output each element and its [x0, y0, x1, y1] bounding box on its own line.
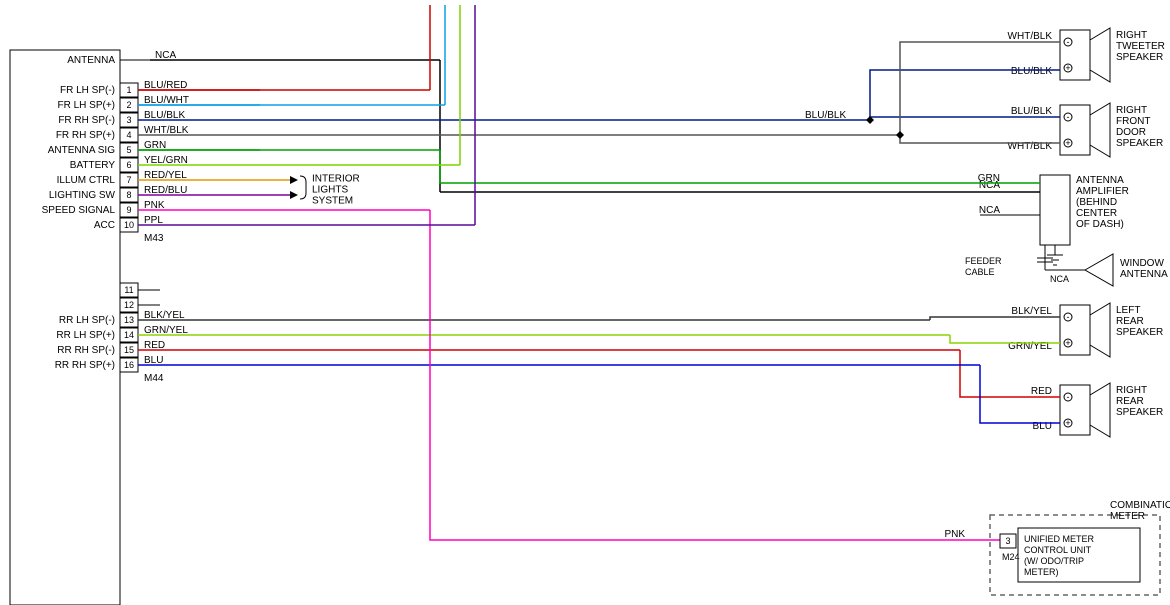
svg-text:+: +: [1065, 63, 1070, 73]
svg-text:12: 12: [124, 300, 134, 310]
svg-text:SPEED SIGNAL: SPEED SIGNAL: [42, 205, 116, 216]
svg-text:M44: M44: [144, 373, 164, 384]
svg-text:13: 13: [124, 315, 134, 325]
svg-text:6: 6: [126, 160, 131, 170]
svg-text:RR RH SP(-): RR RH SP(-): [57, 345, 115, 356]
svg-text:RR LH SP(-): RR LH SP(-): [59, 315, 115, 326]
svg-text:7: 7: [126, 175, 131, 185]
svg-text:ACC: ACC: [94, 220, 115, 231]
svg-text:NCA: NCA: [1050, 274, 1069, 284]
svg-text:-: -: [1067, 392, 1070, 402]
svg-text:RIGHTFRONTDOORSPEAKER: RIGHTFRONTDOORSPEAKER: [1116, 105, 1163, 149]
svg-text:ANTENNAAMPLIFIER(BEHINDCENTERO: ANTENNAAMPLIFIER(BEHINDCENTEROF DASH): [1076, 175, 1129, 230]
svg-text:FEEDERCABLE: FEEDERCABLE: [965, 256, 1002, 277]
svg-text:BLK/YEL: BLK/YEL: [1011, 306, 1052, 317]
svg-text:ANTENNA: ANTENNA: [67, 55, 115, 66]
svg-text:ILLUM CTRL: ILLUM CTRL: [57, 175, 116, 186]
svg-text:2: 2: [126, 100, 131, 110]
svg-text:9: 9: [126, 205, 131, 215]
svg-text:5: 5: [126, 145, 131, 155]
svg-text:3: 3: [126, 115, 131, 125]
svg-text:+: +: [1065, 138, 1070, 148]
svg-text:8: 8: [126, 190, 131, 200]
svg-text:10: 10: [124, 220, 134, 230]
svg-text:FR RH SP(-): FR RH SP(-): [58, 115, 115, 126]
svg-text:RR RH SP(+): RR RH SP(+): [55, 360, 115, 371]
svg-text:FR LH SP(+): FR LH SP(+): [57, 100, 115, 111]
svg-text:WHT/BLK: WHT/BLK: [1008, 31, 1053, 42]
svg-text:-: -: [1067, 112, 1070, 122]
svg-text:RED: RED: [1031, 386, 1052, 397]
svg-text:RIGHTTWEETERSPEAKER: RIGHTTWEETERSPEAKER: [1116, 30, 1165, 63]
svg-text:PNK: PNK: [944, 529, 965, 540]
svg-text:M24: M24: [1002, 552, 1020, 562]
svg-text:-: -: [1067, 37, 1070, 47]
wiring-diagram: NCAANTENNA1FR LH SP(-)BLU/RED2FR LH SP(+…: [0, 0, 1170, 605]
svg-text:16: 16: [124, 360, 134, 370]
svg-text:ANTENNA SIG: ANTENNA SIG: [48, 145, 115, 156]
svg-text:INTERIORLIGHTSSYSTEM: INTERIORLIGHTSSYSTEM: [312, 174, 360, 207]
svg-text:LEFTREARSPEAKER: LEFTREARSPEAKER: [1116, 305, 1163, 338]
svg-text:BLU/BLK: BLU/BLK: [1011, 66, 1052, 77]
svg-text:BATTERY: BATTERY: [70, 160, 116, 171]
svg-text:4: 4: [126, 130, 131, 140]
svg-text:+: +: [1065, 338, 1070, 348]
svg-text:GRN: GRN: [978, 173, 1000, 184]
svg-text:RR LH SP(+): RR LH SP(+): [56, 330, 115, 341]
svg-text:15: 15: [124, 345, 134, 355]
svg-text:FR RH SP(+): FR RH SP(+): [56, 130, 115, 141]
svg-text:11: 11: [124, 285, 133, 295]
svg-text:RIGHTREARSPEAKER: RIGHTREARSPEAKER: [1116, 385, 1163, 418]
svg-text:NCA: NCA: [979, 205, 1000, 216]
svg-text:1: 1: [126, 85, 131, 95]
svg-text:LIGHTING SW: LIGHTING SW: [49, 190, 116, 201]
svg-text:FR LH SP(-): FR LH SP(-): [60, 85, 115, 96]
svg-text:BLU/BLK: BLU/BLK: [1011, 106, 1052, 117]
svg-text:14: 14: [124, 330, 134, 340]
svg-text:-: -: [1067, 312, 1070, 322]
svg-text:+: +: [1065, 418, 1070, 428]
svg-text:COMBINATIONMETER: COMBINATIONMETER: [1110, 500, 1170, 522]
svg-text:3: 3: [1005, 536, 1010, 546]
svg-text:M43: M43: [144, 233, 164, 244]
svg-text:WINDOWANTENNA: WINDOWANTENNA: [1120, 258, 1168, 280]
